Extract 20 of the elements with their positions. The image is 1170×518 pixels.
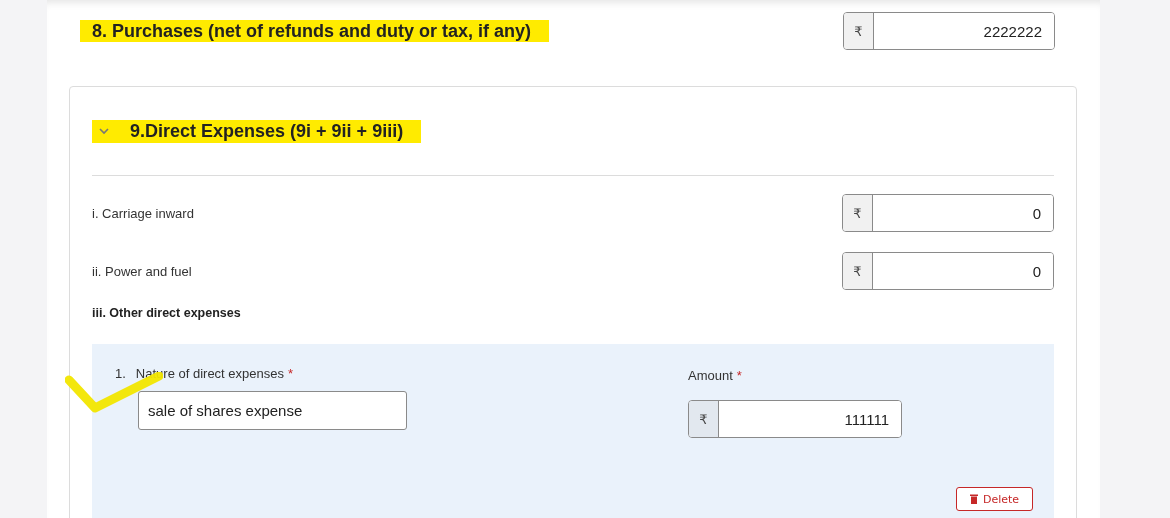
field-label: ii. Power and fuel — [92, 263, 192, 279]
field-label: Amount * — [688, 368, 742, 383]
text-field[interactable]: sale of shares expense — [138, 391, 407, 430]
amount-field[interactable]: ₹ 0 — [842, 252, 1054, 290]
trash-icon — [969, 494, 978, 504]
amount-field[interactable]: ₹ 2222222 — [843, 12, 1055, 50]
currency-symbol: ₹ — [843, 253, 873, 289]
delete-button[interactable]: Delete — [956, 487, 1033, 511]
subsection-label: iii. Other direct expenses — [92, 306, 242, 320]
amount-field[interactable]: ₹ 111111 — [688, 400, 902, 438]
chevron-icon[interactable] — [98, 126, 110, 136]
amount-field[interactable]: ₹ 0 — [842, 194, 1054, 232]
section-heading: 9.Direct Expenses (9i + 9ii + 9iii) — [130, 120, 404, 142]
currency-symbol: ₹ — [843, 195, 873, 231]
entry-number: 1. — [115, 366, 126, 381]
currency-symbol: ₹ — [689, 401, 719, 437]
field-label: i. Carriage inward — [92, 205, 194, 221]
section-heading: 8. Purchases (net of refunds and duty or tax, if any) — [80, 19, 550, 42]
currency-symbol: ₹ — [844, 13, 874, 49]
field-label: Nature of direct expenses * — [135, 366, 294, 381]
